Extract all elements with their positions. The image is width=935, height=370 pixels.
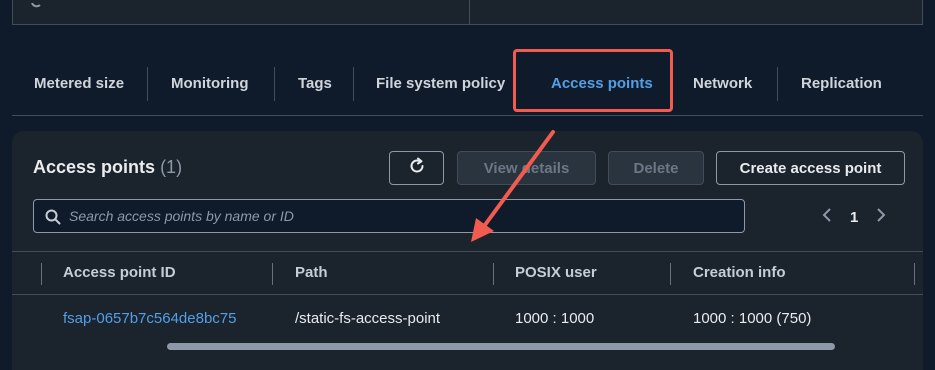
path-cell: /static-fs-access-point xyxy=(295,310,441,327)
column-divider[interactable] xyxy=(272,263,273,285)
tab-replication[interactable]: Replication xyxy=(801,55,882,113)
creation-info-cell: 1000 : 1000 (750) xyxy=(693,310,812,327)
chevron-right-icon[interactable] xyxy=(876,207,886,227)
refresh-icon xyxy=(408,157,426,179)
column-divider xyxy=(41,263,42,285)
refresh-button[interactable] xyxy=(389,151,444,185)
tab-metered-size[interactable]: Metered size xyxy=(34,55,124,113)
view-details-button[interactable]: View details xyxy=(457,151,596,185)
column-divider[interactable] xyxy=(670,263,671,285)
search-input[interactable]: Search access points by name or ID xyxy=(33,199,745,233)
panel-title-text: Access points xyxy=(33,157,156,177)
panel-count: (1) xyxy=(160,157,183,177)
delete-button[interactable]: Delete xyxy=(608,151,704,185)
tab-divider xyxy=(274,67,275,101)
highlight-box xyxy=(513,49,673,112)
create-access-point-button[interactable]: Create access point xyxy=(716,151,905,185)
divider xyxy=(469,0,470,25)
column-header-path[interactable]: Path xyxy=(295,264,328,281)
tab-divider xyxy=(777,67,778,101)
top-filter-bar xyxy=(12,0,923,25)
search-icon xyxy=(31,2,43,14)
horizontal-scrollbar[interactable] xyxy=(167,343,835,350)
tab-divider xyxy=(353,67,354,101)
tab-monitoring[interactable]: Monitoring xyxy=(171,55,248,113)
detail-tabs: Metered size Monitoring Tags File system… xyxy=(12,55,923,115)
search-placeholder: Search access points by name or ID xyxy=(69,208,294,224)
column-header-access-point-id[interactable]: Access point ID xyxy=(63,264,176,281)
tab-network[interactable]: Network xyxy=(693,55,752,113)
access-points-panel: Access points (1) View details Delete Cr… xyxy=(12,131,923,370)
tab-file-system-policy[interactable]: File system policy xyxy=(376,55,505,113)
posix-user-cell: 1000 : 1000 xyxy=(515,310,595,327)
page-number[interactable]: 1 xyxy=(850,209,858,226)
column-divider[interactable] xyxy=(493,263,494,285)
search-icon xyxy=(45,209,61,225)
table-header: Access point ID Path POSIX user Creation… xyxy=(12,251,923,295)
pagination: 1 xyxy=(822,207,886,227)
column-header-creation-info[interactable]: Creation info xyxy=(693,264,786,281)
column-header-posix-user[interactable]: POSIX user xyxy=(515,264,597,281)
tabs-underline xyxy=(12,115,923,116)
access-point-id-link[interactable]: fsap-0657b7c564de8bc75 xyxy=(63,310,236,327)
panel-title: Access points (1) xyxy=(33,157,182,178)
tab-tags[interactable]: Tags xyxy=(298,55,332,113)
tab-divider xyxy=(147,67,148,101)
column-divider[interactable] xyxy=(914,263,915,285)
chevron-left-icon[interactable] xyxy=(822,207,832,227)
